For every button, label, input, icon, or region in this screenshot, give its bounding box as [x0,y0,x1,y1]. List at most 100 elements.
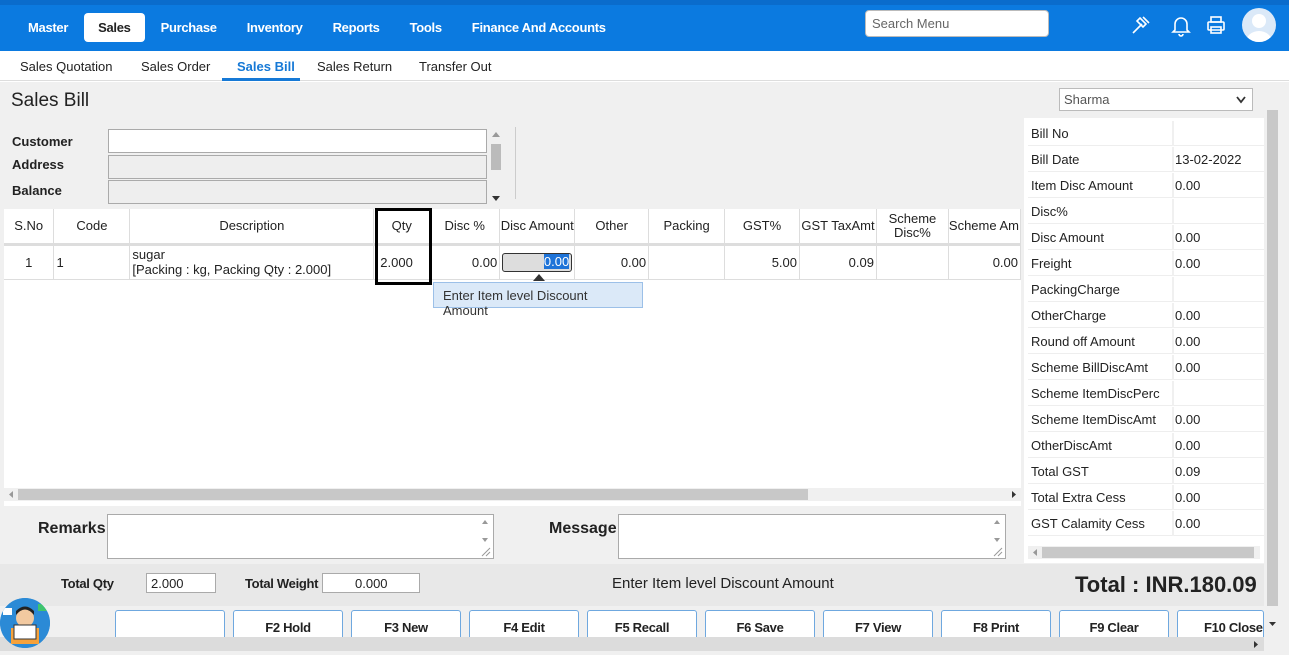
summary-row: Total Extra Cess 0.00 [1028,485,1264,510]
summary-row: Scheme ItemDiscPerc [1028,381,1264,406]
tab-sales-return[interactable]: Sales Return [317,59,392,74]
scroll-right-icon[interactable] [1010,490,1018,499]
summary-divider [1172,251,1174,276]
message-label: Message [549,520,617,537]
menu-reports[interactable]: Reports [319,13,394,42]
remarks-textarea[interactable] [107,514,494,559]
cell-other[interactable]: 0.00 [574,244,650,280]
summary-label: Round off Amount [1031,334,1135,349]
support-agent-icon[interactable] [0,598,50,648]
main-menu: Master Sales Purchase Inventory Reports … [14,13,622,42]
cell-scheme-disc-pct[interactable] [876,244,949,280]
textarea-resize-icon [993,520,1003,557]
page-title: Sales Bill [11,90,90,111]
summary-hscrollbar[interactable] [1028,546,1260,559]
summary-label: Item Disc Amount [1031,178,1133,193]
summary-value: 0.00 [1175,230,1201,245]
col-packing[interactable]: Packing [648,209,726,246]
col-scheme-disc-pct[interactable]: Scheme Disc% [876,209,949,246]
summary-row: GST Calamity Cess 0.00 [1028,511,1264,536]
menu-sales[interactable]: Sales [84,13,145,42]
customer-scrollbar[interactable] [488,128,504,204]
printer-icon[interactable] [1204,13,1228,37]
summary-value: 13-02-2022 [1175,152,1242,167]
disc-amount-input[interactable]: 0.00 [502,252,573,272]
summary-divider [1172,355,1174,380]
total-qty-field: 2.000 [146,573,216,593]
cell-disc-pct[interactable]: 0.00 [429,244,501,280]
textarea-resize-icon [481,520,491,557]
summary-value: 0.00 [1175,334,1201,349]
cell-scheme-amt[interactable]: 0.00 [948,244,1021,280]
cell-description[interactable]: sugar [Packing : kg, Packing Qty : 2.000… [129,244,375,280]
summary-value: 0.00 [1175,308,1201,323]
scroll-thumb[interactable] [1042,547,1254,558]
bill-summary-panel: Bill No Bill Date 13-02-2022 Item Disc Amou… [1024,118,1264,563]
user-select[interactable]: Sharma [1059,88,1253,111]
menu-purchase[interactable]: Purchase [147,13,231,42]
col-scheme-amt[interactable]: Scheme Am [948,209,1021,246]
menu-finance-and-accounts[interactable]: Finance And Accounts [458,13,620,42]
summary-label: PackingCharge [1031,282,1120,297]
col-gst-pct[interactable]: GST% [724,209,801,246]
summary-label: GST Calamity Cess [1031,516,1145,531]
remarks-label: Remarks [38,520,106,537]
menu-master[interactable]: Master [14,13,82,42]
page-horizontal-scrollbar[interactable] [0,637,1264,651]
scroll-down-icon[interactable] [1268,620,1277,628]
search-menu-input[interactable] [865,10,1049,37]
col-disc-amount[interactable]: Disc Amount [499,209,576,246]
top-navbar: Master Sales Purchase Inventory Reports … [0,0,1289,51]
user-avatar-icon[interactable] [1242,8,1276,42]
summary-value: 0.00 [1175,178,1201,193]
col-gst-taxamt[interactable]: GST TaxAmt [799,209,877,246]
menu-inventory[interactable]: Inventory [233,13,317,42]
hammer-icon[interactable] [1129,13,1153,37]
bell-icon[interactable] [1169,13,1193,37]
scroll-thumb[interactable] [1267,110,1278,606]
cell-gst-taxamt[interactable]: 0.09 [799,244,877,280]
customer-field[interactable] [108,129,487,153]
summary-divider [1172,407,1174,432]
col-disc-pct[interactable]: Disc % [429,209,501,246]
item-packing-info: [Packing : kg, Packing Qty : 2.000] [132,262,332,277]
total-qty-label: Total Qty [61,576,114,591]
grand-total: Total : INR.180.09 [1075,572,1257,597]
tab-sales-quotation[interactable]: Sales Quotation [20,59,113,74]
summary-divider [1172,147,1174,172]
summary-divider [1172,433,1174,458]
summary-label: Scheme ItemDiscPerc [1031,386,1160,401]
cell-code[interactable]: 1 [53,244,131,280]
cell-gst-pct[interactable]: 5.00 [724,244,801,280]
message-textarea[interactable] [618,514,1006,559]
scroll-left-icon[interactable] [1031,548,1039,557]
col-code[interactable]: Code [53,209,131,246]
table-header-row: S.No Code Description Qty Disc % Disc Am… [4,209,1021,246]
tab-transfer-out[interactable]: Transfer Out [419,59,491,74]
summary-row: OtherCharge 0.00 [1028,303,1264,328]
summary-row: Item Disc Amount 0.00 [1028,173,1264,198]
page-vertical-scrollbar[interactable] [1265,96,1280,626]
user-select-value: Sharma [1064,92,1110,107]
col-other[interactable]: Other [574,209,650,246]
tab-sales-order[interactable]: Sales Order [141,59,210,74]
scroll-left-icon[interactable] [7,490,15,499]
disc-amount-tooltip: Enter Item level Discount Amount [433,282,643,318]
menu-tools[interactable]: Tools [396,13,456,42]
summary-label: Freight [1031,256,1072,271]
summary-row: PackingCharge [1028,277,1264,302]
cell-sno: 1 [4,244,55,280]
active-tab-underline [222,78,300,81]
scroll-thumb[interactable] [18,489,808,500]
col-description[interactable]: Description [129,209,375,246]
col-sno[interactable]: S.No [4,209,55,246]
summary-label: Disc Amount [1031,230,1104,245]
table-row[interactable]: 1 1 sugar [Packing : kg, Packing Qty : 2… [4,244,1021,280]
cell-qty[interactable]: 2.000 [373,244,431,280]
summary-value: 0.00 [1175,516,1201,531]
col-qty[interactable]: Qty [373,209,431,246]
tab-sales-bill[interactable]: Sales Bill [237,59,295,74]
cell-packing[interactable] [648,244,726,280]
grid-horizontal-scrollbar[interactable] [4,488,1021,501]
scroll-right-icon[interactable] [1252,640,1260,649]
